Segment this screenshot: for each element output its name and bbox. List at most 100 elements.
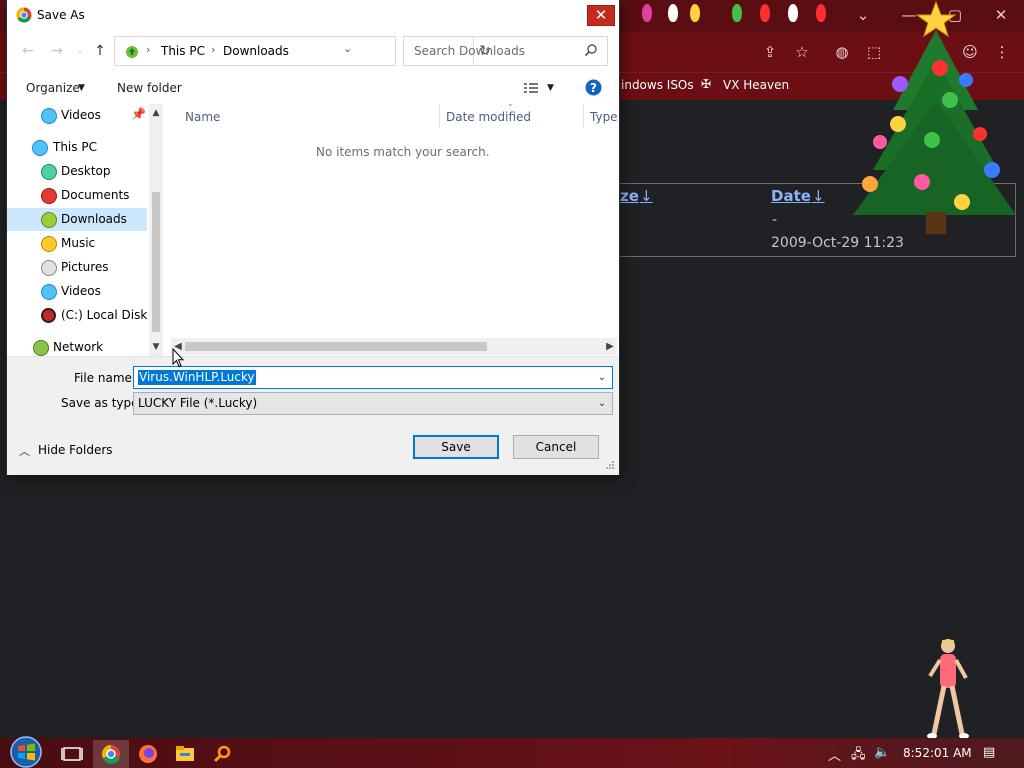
recent-locations-chevron-icon[interactable]: ⌄ (71, 42, 89, 60)
this-pc-location-icon (126, 46, 138, 58)
clock[interactable]: 8:52:01 AM (903, 746, 972, 760)
nav-item-label: Desktop (61, 164, 111, 178)
search-box[interactable] (403, 36, 608, 66)
volume-icon[interactable]: 🔈 (874, 745, 890, 760)
svg-text:?: ? (590, 81, 597, 95)
up-arrow-icon[interactable]: ↑ (91, 42, 109, 60)
search-icon (584, 44, 597, 57)
show-hidden-icons-icon[interactable]: ︿ (828, 745, 841, 764)
notifications-icon[interactable]: ▤ (983, 745, 995, 760)
dancer-figure-decoration (927, 639, 969, 739)
new-folder-button[interactable]: New folder (117, 81, 182, 95)
save-as-type-select[interactable]: LUCKY File (*.Lucky) ⌄ (133, 392, 613, 415)
nav-item-label: Music (61, 236, 96, 250)
nav-item-local-disk[interactable]: (C:) Local Disk (7, 304, 147, 327)
videos-icon (41, 108, 57, 124)
resize-grip-icon[interactable] (605, 460, 615, 470)
organize-button[interactable]: Organize (26, 81, 80, 95)
search-app-icon[interactable] (204, 740, 240, 768)
file-name-combobox[interactable]: Virus.WinHLP.Lucky ⌄ (133, 366, 613, 389)
column-divider[interactable] (583, 104, 584, 128)
scroll-down-icon[interactable]: ▼ (149, 340, 163, 354)
file-name-dropdown-chevron-icon[interactable]: ⌄ (594, 370, 610, 386)
search-input[interactable] (412, 43, 586, 59)
column-header-name[interactable]: Name (185, 110, 220, 124)
size-sort-arrow: ↓ (640, 187, 653, 205)
cancel-button[interactable]: Cancel (513, 435, 599, 459)
column-divider[interactable] (439, 104, 440, 128)
pictures-icon (41, 260, 57, 276)
downloads-icon (41, 212, 57, 228)
nav-item-pictures[interactable]: Pictures (7, 256, 147, 279)
file-list-horizontal-scrollbar[interactable]: ◀ ▶ (171, 338, 617, 355)
local-disk-icon (41, 308, 56, 323)
date-sort-arrow: ↓ (812, 187, 825, 205)
this-pc-icon (32, 140, 48, 156)
bookmark-star-icon[interactable]: ☆ (792, 42, 812, 62)
file-name-selected-text: Virus.WinHLP.Lucky (138, 370, 256, 385)
file-list-scroll-thumb[interactable] (185, 342, 487, 351)
breadcrumb-downloads[interactable]: Downloads (223, 44, 289, 58)
share-icon[interactable]: ⇪ (760, 42, 780, 62)
nav-item-videos-quick[interactable]: Videos 📌 (7, 104, 147, 127)
nav-pane-scroll-thumb[interactable] (152, 192, 160, 332)
row1-date: - (772, 212, 778, 228)
dialog-close-button[interactable]: ✕ (587, 5, 615, 26)
navigation-pane: Videos 📌 This PC Desktop Documents Downl… (7, 104, 163, 356)
nav-pane-scrollbar[interactable]: ▲ ▼ (149, 104, 163, 356)
bookmark-windows-isos[interactable]: indows ISOs (621, 78, 694, 92)
christmas-tree-decoration (853, 0, 1016, 234)
empty-results-message: No items match your search. (316, 145, 490, 159)
nav-item-music[interactable]: Music (7, 232, 147, 255)
file-explorer-icon[interactable] (167, 740, 203, 768)
firefox-icon[interactable] (130, 740, 166, 768)
network-icon (33, 340, 49, 356)
nav-item-label: Documents (61, 188, 130, 202)
music-icon (41, 236, 57, 252)
help-icon[interactable]: ? (585, 79, 602, 96)
nav-item-this-pc[interactable]: This PC (7, 136, 147, 159)
date-column-link[interactable]: Date (771, 187, 811, 205)
start-button[interactable] (8, 734, 44, 768)
save-button[interactable]: Save (413, 435, 499, 459)
address-dropdown-chevron-icon[interactable]: ⌄ (343, 42, 352, 55)
breadcrumb-chevron-icon[interactable]: › (211, 43, 215, 56)
desktop-icon (41, 164, 57, 180)
save-as-dialog: Save As ✕ ← → ⌄ ↑ › This PC › Downloads … (7, 0, 619, 475)
file-list[interactable] (163, 104, 619, 338)
file-name-label: File name: (74, 371, 136, 385)
view-options-icon[interactable] (523, 81, 539, 95)
view-options-chevron-icon[interactable]: ▼ (547, 83, 554, 93)
nav-item-documents[interactable]: Documents (7, 184, 147, 207)
save-as-type-chevron-icon[interactable]: ⌄ (594, 396, 610, 412)
task-view-icon[interactable] (54, 740, 90, 768)
nav-item-network[interactable]: Network (7, 336, 147, 356)
size-column-link[interactable]: ze (620, 187, 639, 205)
breadcrumb-chevron-icon[interactable]: › (146, 43, 150, 56)
forward-arrow-icon[interactable]: → (48, 42, 66, 60)
scroll-right-icon[interactable]: ▶ (603, 338, 617, 355)
sort-indicator-icon: ⌄ (507, 99, 514, 108)
nav-item-label: Videos (61, 108, 101, 122)
nav-item-desktop[interactable]: Desktop (7, 160, 147, 183)
bookmark-vx-heaven[interactable]: VX Heaven (723, 78, 789, 92)
hide-folders-chevron-icon[interactable]: ︿ (19, 443, 30, 459)
nav-item-downloads[interactable]: Downloads (7, 208, 147, 231)
nav-item-videos[interactable]: Videos (7, 280, 147, 303)
organize-chevron-icon[interactable]: ▼ (78, 83, 85, 93)
address-bar[interactable]: › This PC › Downloads ⌄ ↻ (114, 36, 491, 66)
chrome-icon[interactable] (93, 740, 129, 768)
dialog-titlebar[interactable]: Save As ✕ (7, 0, 619, 30)
nav-item-label: This PC (53, 140, 97, 154)
network-tray-icon[interactable]: 🖧 (851, 745, 866, 767)
back-arrow-icon[interactable]: ← (19, 42, 37, 60)
hide-folders-button[interactable]: Hide Folders (38, 443, 113, 457)
column-header-type[interactable]: Type (590, 110, 618, 124)
column-header-date-modified[interactable]: Date modified (446, 110, 531, 124)
scroll-up-icon[interactable]: ▲ (149, 106, 163, 120)
documents-icon (41, 188, 57, 204)
nav-item-label: Pictures (61, 260, 109, 274)
save-as-type-value: LUCKY File (*.Lucky) (138, 396, 258, 410)
breadcrumb-this-pc[interactable]: This PC (161, 44, 205, 58)
dialog-title: Save As (37, 8, 85, 22)
